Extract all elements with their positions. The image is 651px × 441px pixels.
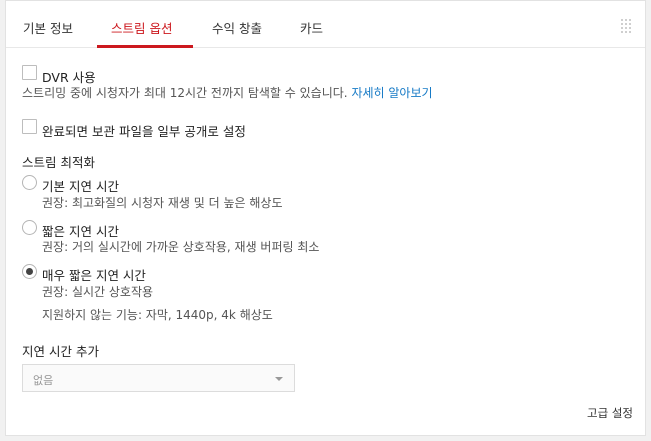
latency-select[interactable]: 없음 bbox=[22, 364, 295, 392]
tab-basic-info[interactable]: 기본 정보 bbox=[23, 18, 73, 37]
ultra-low-latency-label: 매우 짧은 지연 시간 bbox=[42, 268, 146, 283]
active-tab-indicator bbox=[97, 45, 193, 48]
tab-cards[interactable]: 카드 bbox=[300, 18, 323, 37]
normal-latency-radio[interactable] bbox=[22, 175, 37, 190]
ultra-low-latency-unsupported: 지원하지 않는 기능: 자막, 1440p, 4k 해상도 bbox=[42, 308, 273, 322]
chevron-down-icon bbox=[275, 377, 283, 381]
normal-latency-label: 기본 지연 시간 bbox=[42, 179, 119, 194]
learn-more-link[interactable]: 자세히 알아보기 bbox=[351, 86, 432, 100]
stream-settings-panel: 기본 정보 스트림 옵션 수익 창출 카드 DVR 사용 스트리밍 중에 시청자… bbox=[5, 0, 646, 436]
latency-select-value: 없음 bbox=[33, 374, 54, 387]
ultra-low-latency-desc: 권장: 실시간 상호작용 bbox=[42, 285, 154, 299]
dvr-description-text: 스트리밍 중에 시청자가 최대 12시간 전까지 탐색할 수 있습니다. bbox=[22, 86, 348, 100]
ultra-low-latency-radio[interactable] bbox=[22, 264, 37, 279]
archive-unlisted-label: 완료되면 보관 파일을 일부 공개로 설정 bbox=[42, 124, 246, 139]
drag-handle-icon[interactable] bbox=[620, 19, 634, 33]
low-latency-radio[interactable] bbox=[22, 220, 37, 235]
tab-monetization[interactable]: 수익 창출 bbox=[212, 18, 262, 37]
stream-optimization-title: 스트림 최적화 bbox=[22, 155, 95, 170]
normal-latency-desc: 권장: 최고화질의 시청자 재생 및 더 높은 해상도 bbox=[42, 196, 283, 210]
dvr-description: 스트리밍 중에 시청자가 최대 12시간 전까지 탐색할 수 있습니다. 자세히… bbox=[22, 84, 433, 101]
tab-stream-options[interactable]: 스트림 옵션 bbox=[111, 18, 172, 37]
add-latency-title: 지연 시간 추가 bbox=[22, 344, 99, 359]
tab-bar: 기본 정보 스트림 옵션 수익 창출 카드 bbox=[6, 1, 645, 48]
archive-unlisted-checkbox[interactable] bbox=[22, 119, 37, 134]
low-latency-desc: 권장: 거의 실시간에 가까운 상호작용, 재생 버퍼링 최소 bbox=[42, 240, 320, 254]
dvr-checkbox[interactable] bbox=[22, 65, 37, 80]
advanced-settings-link[interactable]: 고급 설정 bbox=[587, 405, 633, 421]
